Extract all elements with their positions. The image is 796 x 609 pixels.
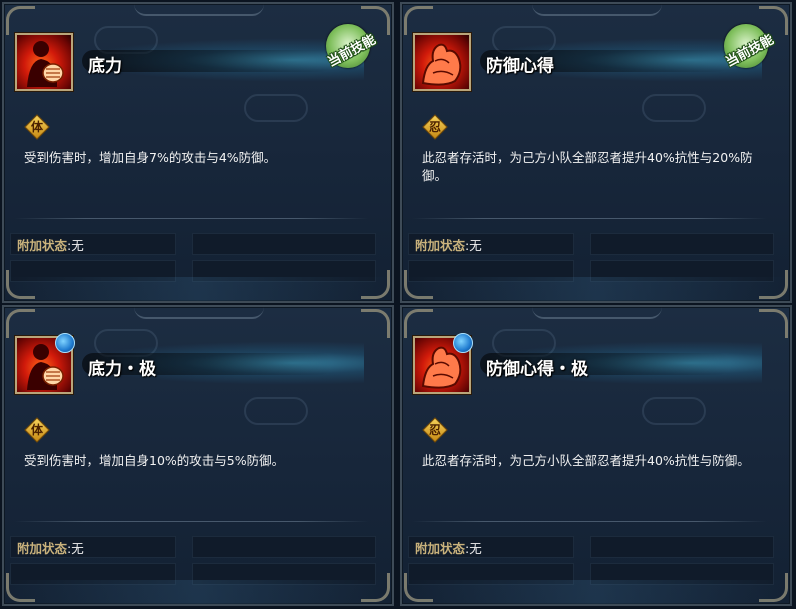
- skill-description: 此忍者存活时，为己方小队全部忍者提升40%抗性与20%防御。: [422, 150, 753, 183]
- status-slot: [590, 233, 774, 255]
- cloud-swirl: [642, 397, 706, 425]
- status-slot: [192, 233, 376, 255]
- corner-ornament: [404, 6, 433, 35]
- corner-ornament: [361, 309, 390, 338]
- skill-type-badge: 体: [24, 417, 50, 443]
- divider: [14, 218, 369, 219]
- corner-ornament: [404, 309, 433, 338]
- bottom-ornament: [4, 277, 392, 301]
- muscle-arm-icon[interactable]: [413, 33, 471, 91]
- skill-card: 底力・极 体 受到伤害时，增加自身10%的攻击与5%防御。 附加状态:无: [2, 305, 394, 606]
- skill-description: 受到伤害时，增加自身10%的攻击与5%防御。: [24, 453, 285, 468]
- bottom-ornament: [4, 580, 392, 604]
- cloud-swirl: [642, 94, 706, 122]
- extra-status: 附加状态:无: [17, 235, 84, 254]
- skill-type-label: 忍: [428, 423, 441, 437]
- extra-status: 附加状态:无: [17, 538, 84, 557]
- divider: [14, 521, 369, 522]
- top-ornament: [532, 4, 662, 16]
- skill-type-badge: 忍: [422, 114, 448, 140]
- skill-name: 底力: [88, 56, 122, 77]
- skill-type-label: 体: [30, 423, 43, 437]
- skill-description: 此忍者存活时，为己方小队全部忍者提升40%抗性与防御。: [422, 453, 750, 468]
- cloud-swirl: [244, 94, 308, 122]
- status-slot: [590, 536, 774, 558]
- extra-status-value: :无: [67, 238, 84, 253]
- skill-description: 受到伤害时，增加自身7%的攻击与4%防御。: [24, 150, 277, 165]
- extra-status: 附加状态:无: [415, 235, 482, 254]
- divider: [412, 218, 767, 219]
- enhanced-swirl-icon: [55, 333, 75, 353]
- skill-type-badge: 忍: [422, 417, 448, 443]
- skill-type-label: 体: [30, 120, 43, 134]
- extra-status-label: 附加状态: [17, 238, 68, 253]
- skill-type-label: 忍: [428, 120, 441, 134]
- extra-status-label: 附加状态: [17, 541, 68, 556]
- current-skill-badge: 当前技能: [714, 24, 782, 70]
- status-slot: [192, 536, 376, 558]
- skill-name: 防御心得: [486, 56, 554, 77]
- extra-status-value: :无: [67, 541, 84, 556]
- extra-status: 附加状态:无: [415, 538, 482, 557]
- skill-type-badge: 体: [24, 114, 50, 140]
- skill-card: 防御心得・极 忍 此忍者存活时，为己方小队全部忍者提升40%抗性与防御。 附加状…: [400, 305, 792, 606]
- top-ornament: [134, 4, 264, 16]
- skill-name: 防御心得・极: [486, 359, 588, 380]
- corner-ornament: [6, 6, 35, 35]
- skill-card: 底力 当前技能 体 受到伤害时，增加自身7%的攻击与4%防御。 附加状态:无: [2, 2, 394, 303]
- extra-status-label: 附加状态: [415, 238, 466, 253]
- extra-status-label: 附加状态: [415, 541, 466, 556]
- fist-shadow-icon[interactable]: [15, 33, 73, 91]
- bottom-ornament: [402, 580, 790, 604]
- skill-card: 防御心得 当前技能 忍 此忍者存活时，为己方小队全部忍者提升40%抗性与20%防…: [400, 2, 792, 303]
- corner-ornament: [759, 309, 788, 338]
- current-skill-badge: 当前技能: [316, 24, 384, 70]
- cloud-swirl: [244, 397, 308, 425]
- extra-status-value: :无: [465, 541, 482, 556]
- extra-status-value: :无: [465, 238, 482, 253]
- divider: [412, 521, 767, 522]
- bottom-ornament: [402, 277, 790, 301]
- top-ornament: [532, 307, 662, 319]
- skill-name: 底力・极: [88, 359, 156, 380]
- enhanced-swirl-icon: [453, 333, 473, 353]
- top-ornament: [134, 307, 264, 319]
- corner-ornament: [6, 309, 35, 338]
